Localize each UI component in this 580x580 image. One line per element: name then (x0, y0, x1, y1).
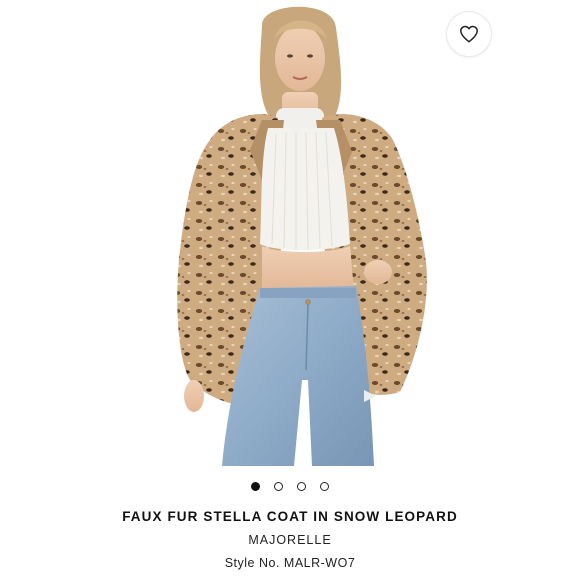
product-title: FAUX FUR STELLA COAT IN SNOW LEOPARD (122, 509, 458, 524)
brand-name[interactable]: MAJORELLE (0, 533, 580, 547)
favorite-button[interactable] (446, 11, 492, 57)
model-illustration (177, 6, 427, 466)
style-number: Style No. MALR-WO7 (224, 556, 356, 570)
carousel-dot-2[interactable] (274, 482, 283, 491)
image-carousel-dots (0, 482, 580, 494)
carousel-dot-1[interactable] (251, 482, 260, 491)
carousel-dot-3[interactable] (297, 482, 306, 491)
product-photo[interactable] (150, 0, 440, 466)
carousel-dot-4[interactable] (320, 482, 329, 491)
product-page: FAUX FUR STELLA COAT IN SNOW LEOPARD MAJ… (0, 0, 580, 580)
heart-outline-icon (460, 25, 478, 43)
